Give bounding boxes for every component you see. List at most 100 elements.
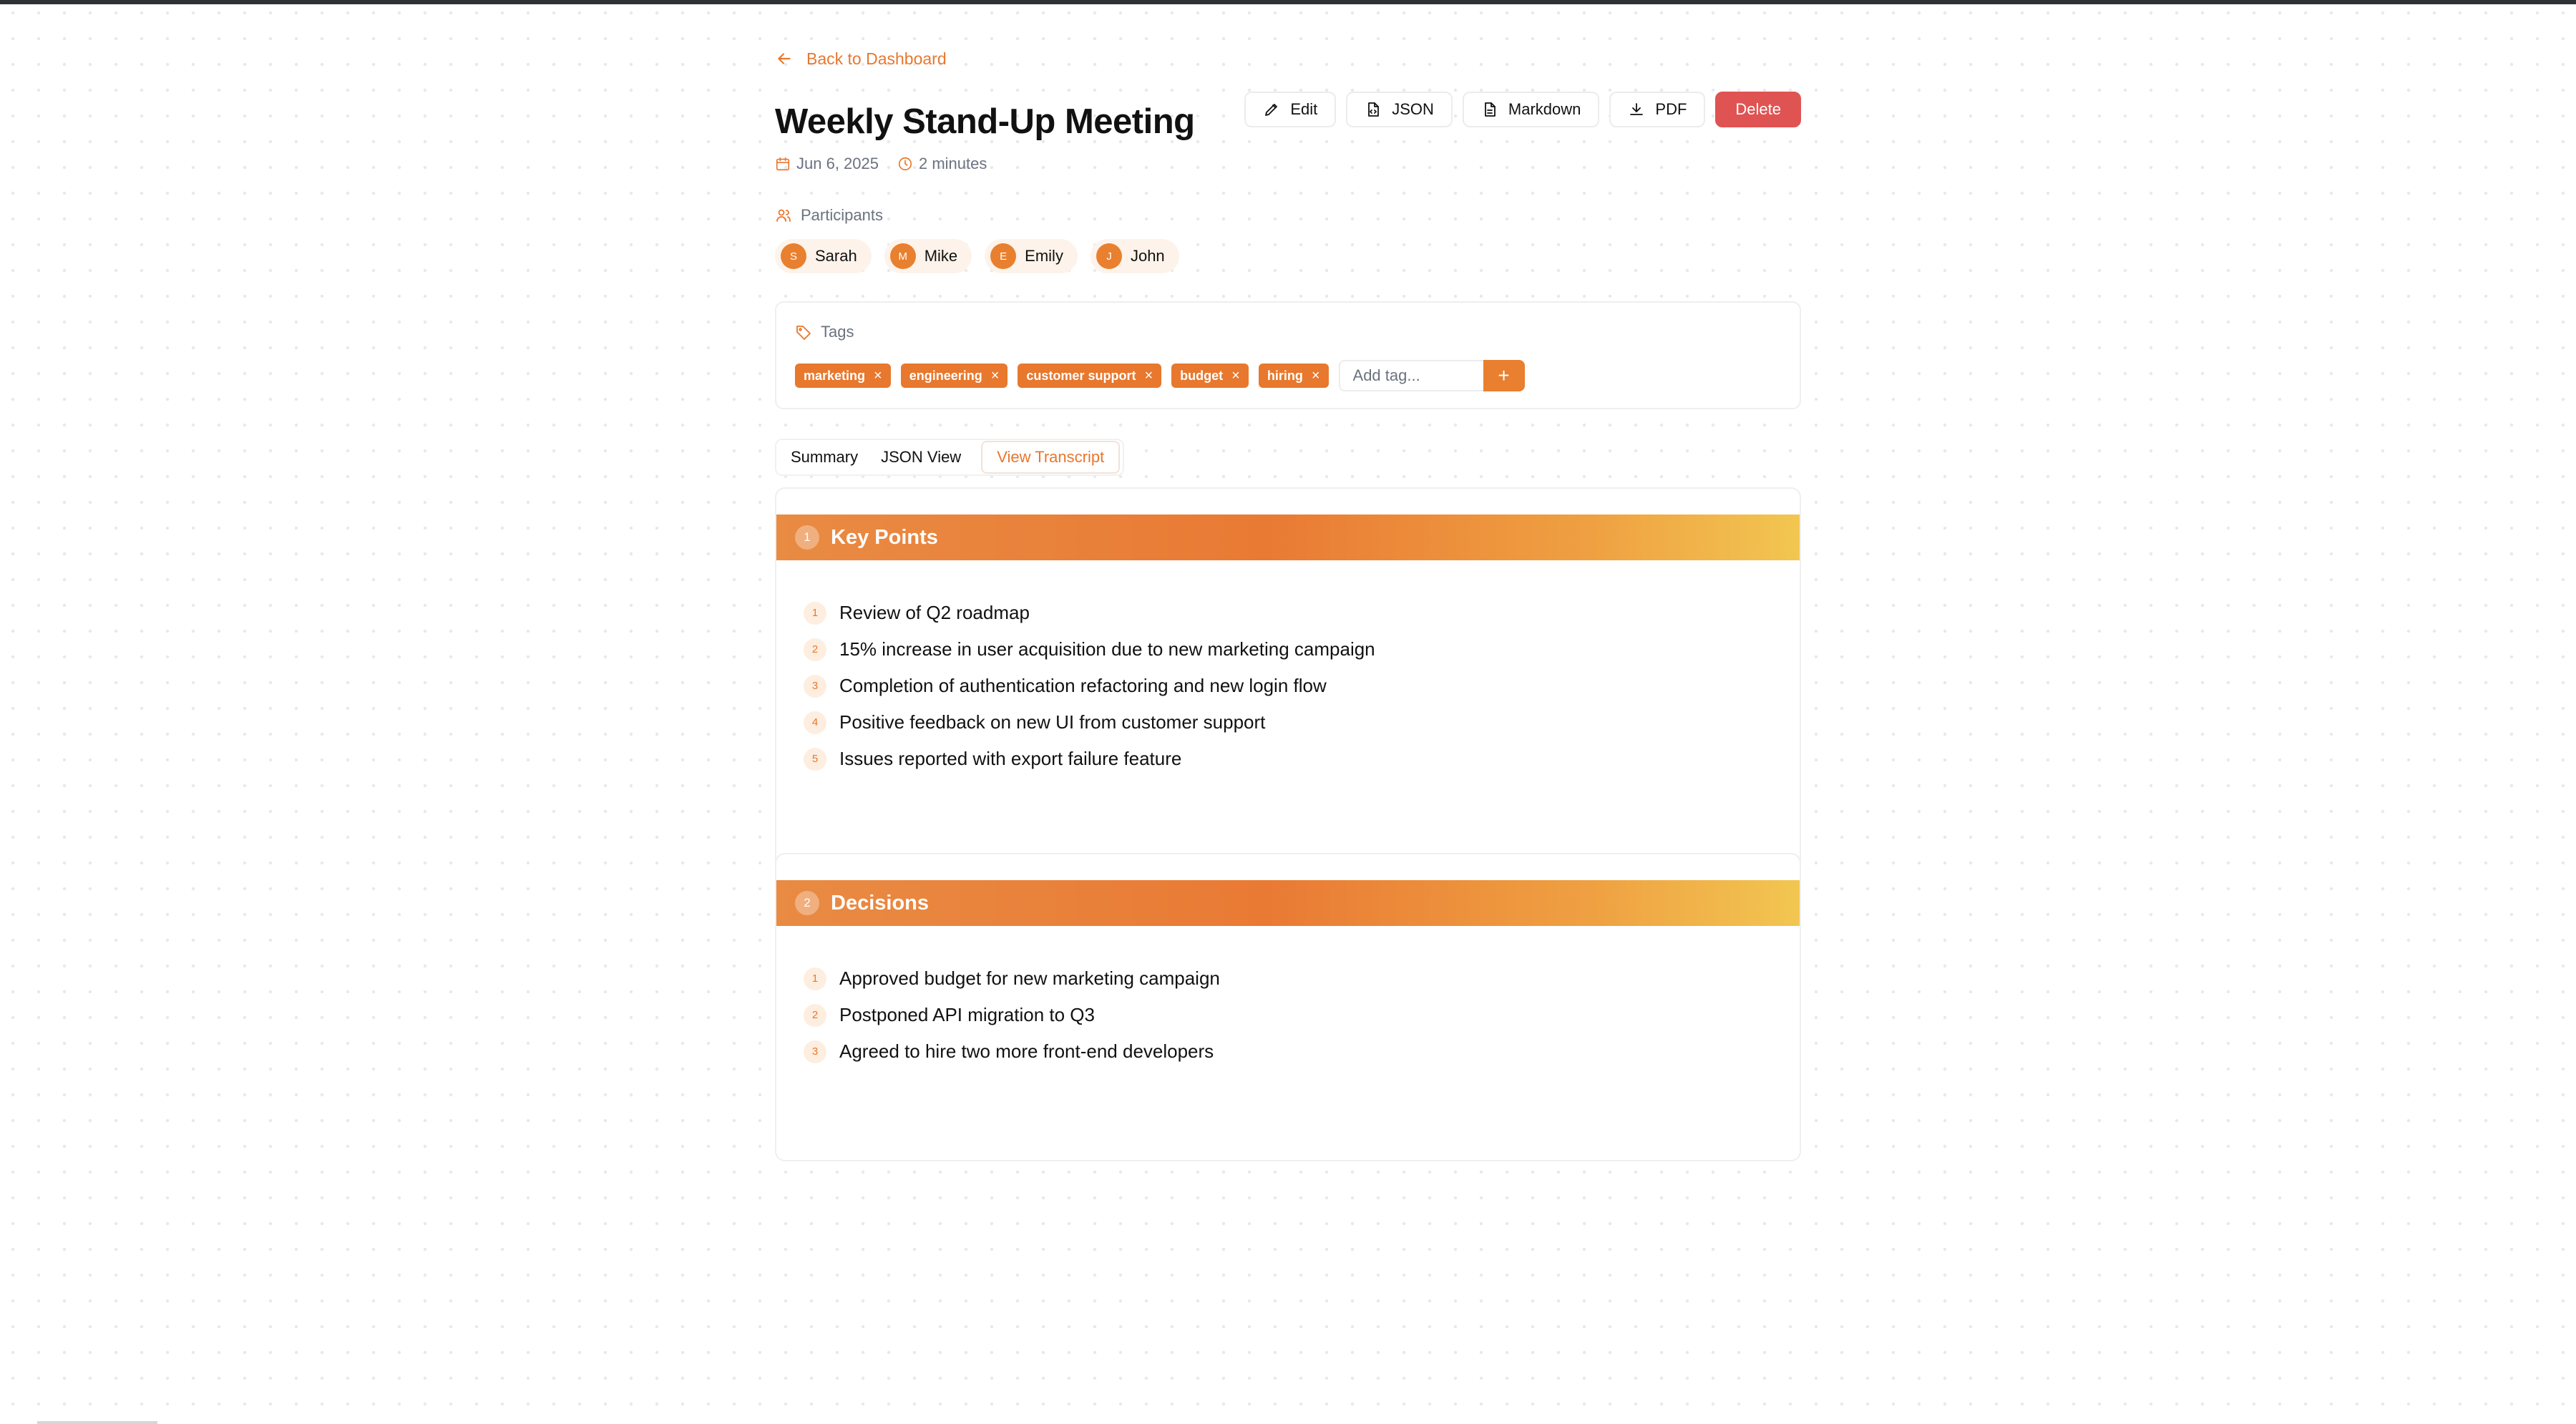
section-title: Key Points xyxy=(831,525,938,549)
tags-label: Tags xyxy=(821,323,854,341)
pdf-label: PDF xyxy=(1655,100,1687,118)
key-points-card: 1 Key Points 1 Review of Q2 roadmap 2 15% … xyxy=(775,487,1801,871)
list-item: 1 Review of Q2 roadmap xyxy=(804,595,1375,631)
tags-heading: Tags xyxy=(795,323,854,341)
item-number: 5 xyxy=(804,747,826,771)
clock-icon xyxy=(898,157,912,171)
meeting-detail-page: Back to Dashboard Weekly Stand-Up Meetin… xyxy=(775,44,1801,1161)
download-icon xyxy=(1630,103,1644,115)
meeting-date: Jun 6, 2025 xyxy=(775,155,879,173)
participants-heading: Participants xyxy=(775,206,1179,225)
calendar-icon xyxy=(776,157,790,171)
add-tag-input[interactable] xyxy=(1338,360,1483,391)
json-label: JSON xyxy=(1392,100,1434,118)
users-icon xyxy=(776,209,791,222)
avatar: J xyxy=(1096,243,1122,269)
add-tag-group: + xyxy=(1338,360,1525,391)
remove-tag-button[interactable]: × xyxy=(874,368,882,384)
item-number: 4 xyxy=(804,711,826,734)
item-number: 3 xyxy=(804,1040,826,1063)
scroll-indicator xyxy=(37,1421,157,1424)
item-number: 1 xyxy=(804,967,826,990)
remove-tag-button[interactable]: × xyxy=(1312,368,1320,384)
item-text: Postponed API migration to Q3 xyxy=(839,1004,1095,1025)
item-text: Positive feedback on new UI from custome… xyxy=(839,711,1266,733)
tag-icon xyxy=(796,326,811,340)
markdown-label: Markdown xyxy=(1508,100,1581,118)
section-header: 2 Decisions xyxy=(776,880,1800,926)
file-text-icon xyxy=(1485,102,1496,117)
list-item: 1 Approved budget for new marketing campa… xyxy=(804,960,1220,997)
tag-label: budget xyxy=(1180,368,1224,383)
participant-name: Mike xyxy=(924,247,958,265)
decisions-card: 2 Decisions 1 Approved budget for new mar… xyxy=(775,853,1801,1161)
page-title: Weekly Stand-Up Meeting xyxy=(775,102,1195,141)
duration-text: 2 minutes xyxy=(918,155,987,172)
remove-tag-button[interactable]: × xyxy=(1231,368,1240,384)
item-number: 2 xyxy=(804,638,826,661)
tag-chip: customer support × xyxy=(1018,364,1162,388)
date-text: Jun 6, 2025 xyxy=(796,155,879,172)
edit-button[interactable]: Edit xyxy=(1244,92,1337,127)
section-number: 2 xyxy=(795,891,819,915)
list-item: 2 15% increase in user acquisition due to… xyxy=(804,631,1375,668)
list-item: 4 Positive feedback on new UI from custom… xyxy=(804,704,1375,741)
list-item: 5 Issues reported with export failure fea… xyxy=(804,741,1375,777)
tab-view-transcript[interactable]: View Transcript xyxy=(981,441,1121,474)
item-number: 2 xyxy=(804,1003,826,1027)
header: Weekly Stand-Up Meeting Jun 6, 2025 2 mi… xyxy=(775,44,1801,173)
participants-label: Participants xyxy=(801,206,883,224)
meeting-duration: 2 minutes xyxy=(897,155,987,173)
json-export-button[interactable]: JSON xyxy=(1346,92,1453,127)
markdown-export-button[interactable]: Markdown xyxy=(1462,92,1600,127)
tag-label: marketing xyxy=(804,368,866,383)
tags-card: Tags marketing × engineering × customer su… xyxy=(775,301,1801,409)
tag-label: customer support xyxy=(1026,368,1136,383)
participant-chip: J John xyxy=(1090,239,1179,273)
decisions-list: 1 Approved budget for new marketing campa… xyxy=(804,960,1220,1070)
tag-chip: marketing × xyxy=(795,364,891,388)
item-text: Issues reported with export failure feat… xyxy=(839,748,1182,769)
item-text: Agreed to hire two more front-end develo… xyxy=(839,1040,1214,1062)
participants-section: Participants S Sarah M Mike E Emily J Jo… xyxy=(775,206,1179,273)
tag-chip: hiring × xyxy=(1258,364,1329,388)
edit-label: Edit xyxy=(1290,100,1318,118)
item-number: 3 xyxy=(804,674,826,698)
section-header: 1 Key Points xyxy=(776,515,1800,560)
remove-tag-button[interactable]: × xyxy=(1144,368,1153,384)
item-text: Approved budget for new marketing campai… xyxy=(839,967,1220,989)
avatar: E xyxy=(990,243,1017,269)
item-text: Completion of authentication refactoring… xyxy=(839,675,1327,696)
participant-name: Emily xyxy=(1025,247,1063,265)
participant-list: S Sarah M Mike E Emily J John xyxy=(775,239,1179,273)
action-buttons: Edit JSON Markdown PDF Delete xyxy=(1244,92,1801,127)
add-tag-button[interactable]: + xyxy=(1483,360,1525,391)
list-item: 3 Agreed to hire two more front-end devel… xyxy=(804,1033,1220,1070)
remove-tag-button[interactable]: × xyxy=(991,368,1000,384)
section-title: Decisions xyxy=(831,891,929,915)
list-item: 3 Completion of authentication refactorin… xyxy=(804,668,1375,704)
tag-label: engineering xyxy=(909,368,982,383)
tag-list: marketing × engineering × customer support… xyxy=(795,360,1525,391)
section-number: 1 xyxy=(795,525,819,550)
participant-chip: S Sarah xyxy=(775,239,872,273)
tag-label: hiring xyxy=(1267,368,1303,383)
tab-summary[interactable]: Summary xyxy=(779,442,869,472)
window-top-bar xyxy=(0,0,2576,4)
tab-json-view[interactable]: JSON View xyxy=(869,442,972,472)
avatar: M xyxy=(889,243,916,269)
view-tabs: Summary JSON View View Transcript xyxy=(775,439,1125,476)
avatar: S xyxy=(781,243,806,269)
participant-chip: E Emily xyxy=(985,239,1078,273)
item-number: 1 xyxy=(804,601,826,625)
participant-name: John xyxy=(1130,247,1165,265)
item-text: Review of Q2 roadmap xyxy=(839,602,1030,623)
pencil-icon xyxy=(1265,104,1278,116)
key-points-list: 1 Review of Q2 roadmap 2 15% increase in u… xyxy=(804,595,1375,777)
delete-button[interactable]: Delete xyxy=(1715,92,1801,127)
tag-chip: engineering × xyxy=(900,364,1008,388)
pdf-download-button[interactable]: PDF xyxy=(1609,92,1706,127)
meeting-meta: Jun 6, 2025 2 minutes xyxy=(775,155,987,173)
item-text: 15% increase in user acquisition due to … xyxy=(839,638,1375,660)
list-item: 2 Postponed API migration to Q3 xyxy=(804,997,1220,1033)
